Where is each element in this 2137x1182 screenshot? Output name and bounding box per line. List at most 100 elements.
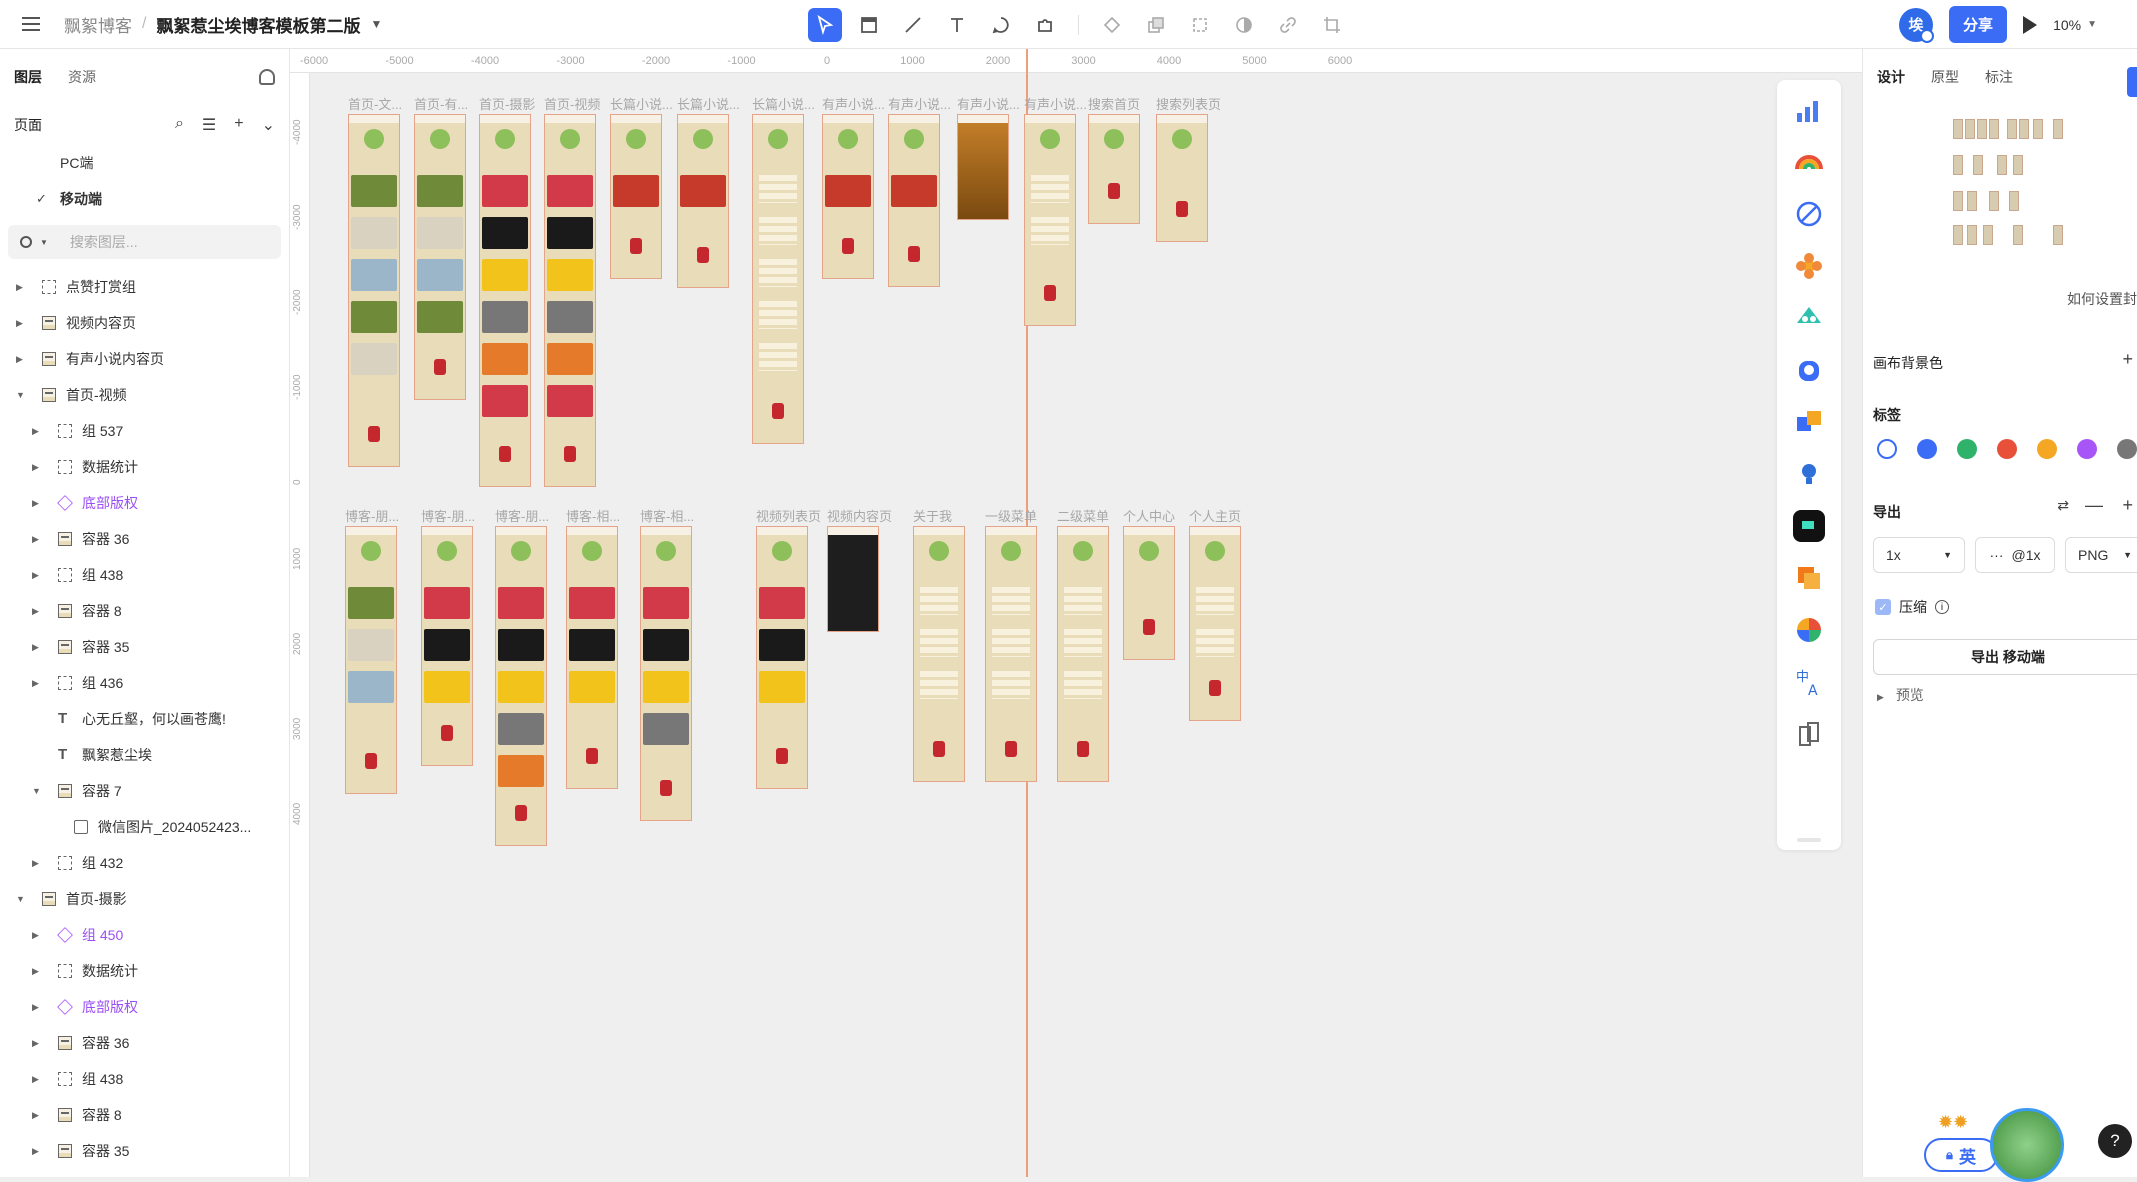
floating-avatar[interactable] xyxy=(1990,1108,2064,1182)
chevron-right-icon[interactable]: ▶ xyxy=(32,966,39,977)
artboard[interactable] xyxy=(348,114,400,467)
chevron-right-icon[interactable]: ▶ xyxy=(32,426,39,437)
menu-icon[interactable] xyxy=(22,17,40,31)
artboard-label[interactable]: 个人主页 xyxy=(1189,506,1263,525)
plugin-tool-button[interactable] xyxy=(1028,8,1062,42)
info-icon[interactable]: i xyxy=(1935,600,1949,614)
chevron-right-icon[interactable]: ▶ xyxy=(32,462,39,473)
artboard[interactable] xyxy=(495,526,547,846)
chevron-right-icon[interactable]: ▶ xyxy=(16,318,23,329)
artboard-label[interactable]: 个人中心 xyxy=(1123,506,1197,525)
compress-option[interactable]: ✓ 压缩 i xyxy=(1875,597,1949,617)
translate-plugin-icon[interactable]: 中A xyxy=(1793,666,1825,698)
artboard-label[interactable]: 首页-有... xyxy=(414,94,488,113)
artboard[interactable] xyxy=(822,114,874,279)
layer-row[interactable]: ▶ 组 450 xyxy=(0,917,289,953)
pinwheel-plugin-icon[interactable] xyxy=(1793,614,1825,646)
artboard[interactable] xyxy=(1123,526,1175,660)
swap-plugin-icon[interactable] xyxy=(1793,406,1825,438)
layer-row[interactable]: ▶ 有声小说内容页 xyxy=(0,341,289,377)
tab-design[interactable]: 设计 xyxy=(1877,67,1905,87)
artboard-label[interactable]: 长篇小说... xyxy=(677,94,751,113)
text-tool-button[interactable] xyxy=(940,8,974,42)
artboard-label[interactable]: 有声小说... xyxy=(1024,94,1098,113)
layer-row[interactable]: ▶ 容器 35 xyxy=(0,1133,289,1169)
artboard[interactable] xyxy=(677,114,729,288)
cover-help-link[interactable]: 如何设置封 xyxy=(2067,289,2137,309)
chevron-right-icon[interactable]: ▶ xyxy=(32,1110,39,1121)
artboard[interactable] xyxy=(827,526,879,632)
tab-annotation[interactable]: 标注 xyxy=(1985,67,2013,87)
layer-row[interactable]: ▶ 组 438 xyxy=(0,1061,289,1097)
artboard-label[interactable]: 视频内容页 xyxy=(827,506,901,525)
scale-button[interactable] xyxy=(1183,8,1217,42)
tab-layers[interactable]: 图层 xyxy=(14,67,42,87)
strip-resize-handle[interactable] xyxy=(1797,838,1821,842)
chevron-down-icon[interactable]: ▼ xyxy=(16,390,25,400)
line-tool-button[interactable] xyxy=(896,8,930,42)
crop-button[interactable] xyxy=(1315,8,1349,42)
chart-plugin-icon[interactable] xyxy=(1793,94,1825,126)
mascot-plugin-icon[interactable] xyxy=(1793,302,1825,334)
artboard[interactable] xyxy=(610,114,662,279)
artboard-label[interactable]: 博客-朋... xyxy=(421,506,495,525)
avatar[interactable]: 埃 xyxy=(1899,7,1935,43)
sort-icon[interactable]: ☰ xyxy=(202,115,216,135)
layer-row[interactable]: ▶ 底部版权 xyxy=(0,989,289,1025)
layer-row[interactable]: ▶ 视频内容页 xyxy=(0,305,289,341)
artboard-label[interactable]: 视频列表页 xyxy=(756,506,830,525)
link-button[interactable] xyxy=(1271,8,1305,42)
layer-row[interactable]: ▶ 数据统计 xyxy=(0,449,289,485)
export-button[interactable]: 导出 移动端 xyxy=(1873,639,2137,675)
layer-row[interactable]: ▶ 容器 35 xyxy=(0,629,289,665)
search-icon[interactable]: ⌕ xyxy=(175,115,184,135)
layer-row[interactable]: ▶ 容器 36 xyxy=(0,1025,289,1061)
chevron-right-icon[interactable]: ▶ xyxy=(32,534,39,545)
chevron-right-icon[interactable]: ▶ xyxy=(32,858,39,869)
boolean-button[interactable] xyxy=(1139,8,1173,42)
tag-color-swatch[interactable] xyxy=(1957,439,1977,459)
artboard-label[interactable]: 有声小说... xyxy=(822,94,896,113)
chevron-down-icon[interactable]: ▼ xyxy=(16,894,25,904)
terminal-plugin-icon[interactable] xyxy=(1793,510,1825,542)
panel-toggle-handle[interactable] xyxy=(2127,67,2137,97)
chevron-right-icon[interactable]: ▶ xyxy=(32,678,39,689)
artboard[interactable] xyxy=(640,526,692,821)
layer-row[interactable]: ▶ 容器 8 xyxy=(0,1097,289,1133)
artboard[interactable] xyxy=(1088,114,1140,224)
artboard[interactable] xyxy=(544,114,596,487)
artboard-label[interactable]: 一级菜单 xyxy=(985,506,1059,525)
artboard-label[interactable]: 有声小说... xyxy=(957,94,1031,113)
artboard[interactable] xyxy=(985,526,1037,782)
export-suffix-field[interactable]: ··· @1x xyxy=(1975,537,2055,573)
tag-color-swatch[interactable] xyxy=(2117,439,2137,459)
layer-row[interactable]: ▼ 容器 7 xyxy=(0,773,289,809)
artboard[interactable] xyxy=(479,114,531,487)
artboard-label[interactable]: 搜索列表页 xyxy=(1156,94,1230,113)
layer-search-input[interactable]: ▼ 搜索图层... xyxy=(8,225,281,259)
chevron-right-icon[interactable]: ▶ xyxy=(32,1002,39,1013)
artboard[interactable] xyxy=(421,526,473,766)
tag-color-swatch[interactable] xyxy=(2037,439,2057,459)
layer-row[interactable]: 微信图片_2024052423... xyxy=(0,809,289,845)
comment-tool-button[interactable] xyxy=(984,8,1018,42)
chevron-right-icon[interactable]: ▶ xyxy=(32,1146,39,1157)
tab-assets[interactable]: 资源 xyxy=(68,67,96,87)
frame-tool-button[interactable] xyxy=(852,8,886,42)
chevron-right-icon[interactable]: ▶ xyxy=(16,354,23,365)
page-item[interactable]: ✓ 移动端 xyxy=(0,181,289,217)
move-tool-button[interactable] xyxy=(808,8,842,42)
layer-row[interactable]: ▶ 组 436 xyxy=(0,665,289,701)
chevron-right-icon[interactable]: ▶ xyxy=(32,498,39,509)
bulb-plugin-icon[interactable] xyxy=(1793,458,1825,490)
add-bg-icon[interactable]: + xyxy=(2122,349,2133,370)
layer-row[interactable]: ▼ 首页-摄影 xyxy=(0,881,289,917)
layer-row[interactable]: ▼ 首页-视频 xyxy=(0,377,289,413)
page-item[interactable]: PC端 xyxy=(0,145,289,181)
tag-color-swatch[interactable] xyxy=(2077,439,2097,459)
chevron-down-icon[interactable]: ▼ xyxy=(370,17,382,31)
export-settings-icon[interactable]: ⇄ xyxy=(2057,497,2069,514)
artboard-label[interactable]: 首页-摄影 xyxy=(479,94,553,113)
owl-plugin-icon[interactable] xyxy=(1793,354,1825,386)
globe-plugin-icon[interactable] xyxy=(1793,198,1825,230)
